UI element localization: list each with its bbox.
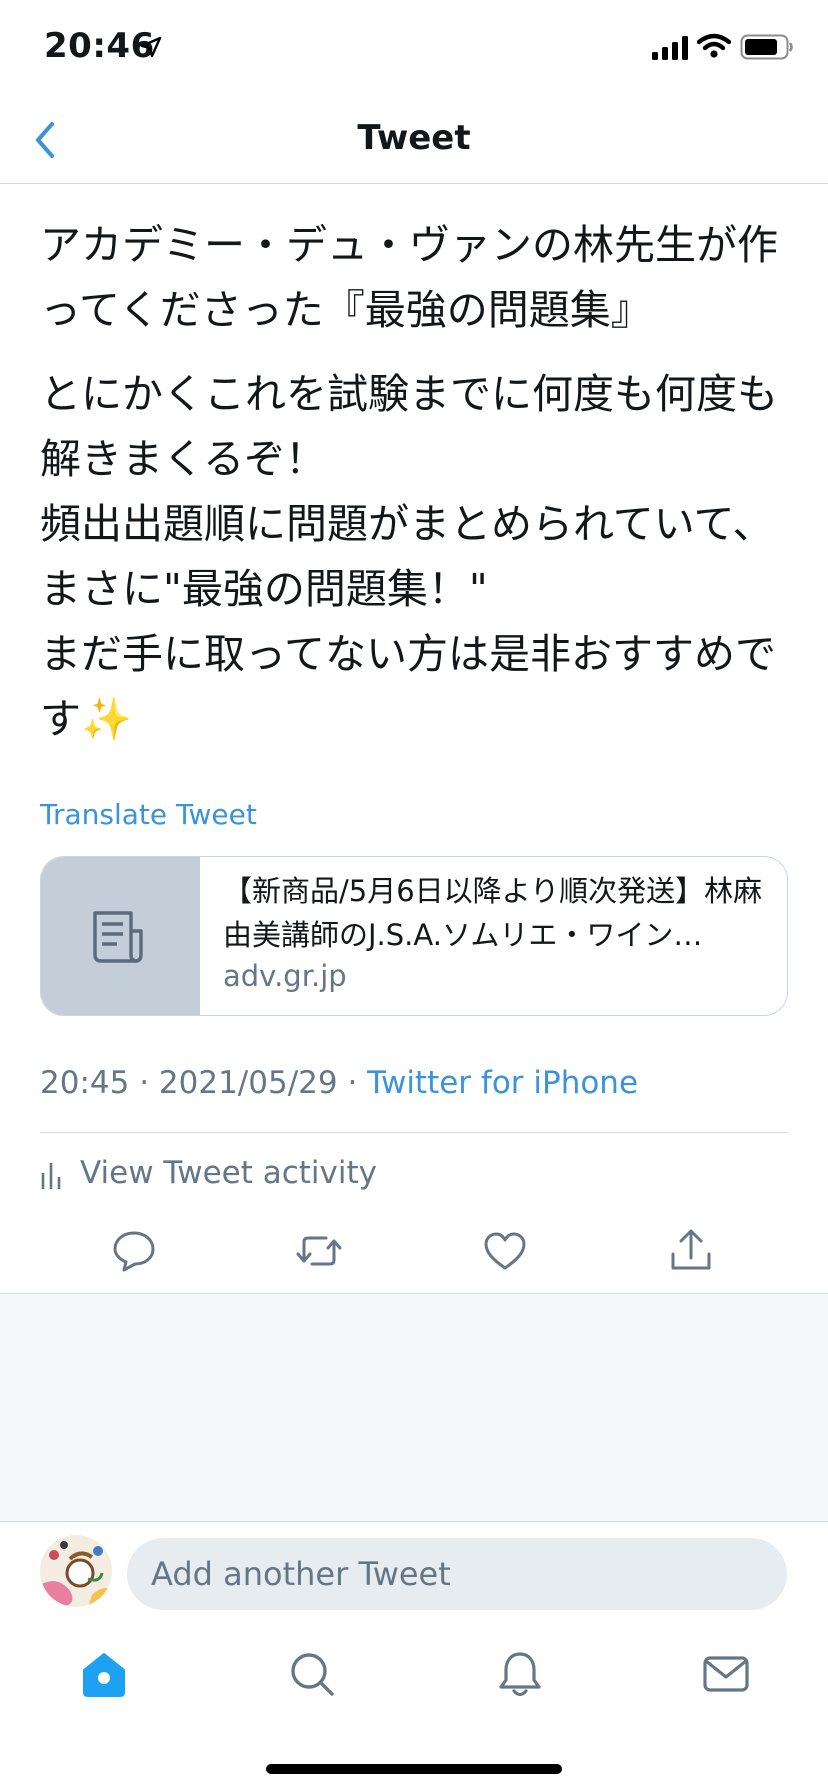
meta-divider [40, 1132, 788, 1133]
home-indicator [266, 1764, 562, 1774]
meta-separator: · [337, 1065, 368, 1101]
tweet-meta: 20:45 · 2021/05/29 · Twitter for iPhone [40, 1065, 638, 1101]
tweet-time: 20:45 [40, 1065, 130, 1101]
translate-tweet-link[interactable]: Translate Tweet [40, 798, 257, 831]
reply-icon[interactable] [111, 1228, 157, 1274]
status-time: 20:46 [44, 26, 155, 66]
card-domain: adv.gr.jp [223, 959, 347, 993]
nav-divider [0, 183, 828, 184]
replies-area [0, 1294, 828, 1522]
wifi-icon [697, 33, 731, 58]
location-arrow-icon [140, 36, 162, 58]
card-title: 【新商品/5月6日以降より順次発送】林麻由美講師のJ.S.A.ソムリエ・ワイン… [223, 874, 763, 952]
retweet-icon[interactable] [296, 1228, 342, 1274]
card-thumbnail [41, 857, 200, 1015]
document-icon [93, 911, 143, 963]
composer-divider [0, 1521, 828, 1522]
avatar[interactable] [40, 1535, 112, 1607]
reply-input[interactable] [127, 1538, 787, 1610]
share-icon[interactable] [668, 1228, 714, 1274]
bar-chart-icon [41, 1163, 61, 1189]
home-icon[interactable] [80, 1650, 128, 1698]
tweet-source-link[interactable]: Twitter for iPhone [367, 1065, 638, 1101]
cellular-signal-icon [652, 36, 688, 60]
link-preview-card[interactable]: 【新商品/5月6日以降より順次発送】林麻由美講師のJ.S.A.ソムリエ・ワイン…… [40, 856, 788, 1016]
tweet-text-paragraph: アカデミー・デュ・ヴァンの林先生が作ってくださった『最強の問題集』 [40, 221, 778, 334]
meta-separator: · [129, 1065, 159, 1101]
battery-icon [740, 34, 793, 60]
tweet-date: 2021/05/29 [158, 1065, 338, 1101]
tweet-text-paragraph: とにかくこれを試験までに何度も何度も解きまくるぞ！ 頻出出題順に問題がまとめられ… [40, 370, 778, 743]
page-title: Tweet [357, 118, 471, 158]
like-icon[interactable] [482, 1228, 528, 1274]
notifications-icon[interactable] [496, 1650, 544, 1698]
search-icon[interactable] [288, 1650, 336, 1698]
view-activity-label: View Tweet activity [80, 1155, 377, 1191]
messages-icon[interactable] [702, 1650, 750, 1698]
avatar-image [40, 1535, 112, 1607]
